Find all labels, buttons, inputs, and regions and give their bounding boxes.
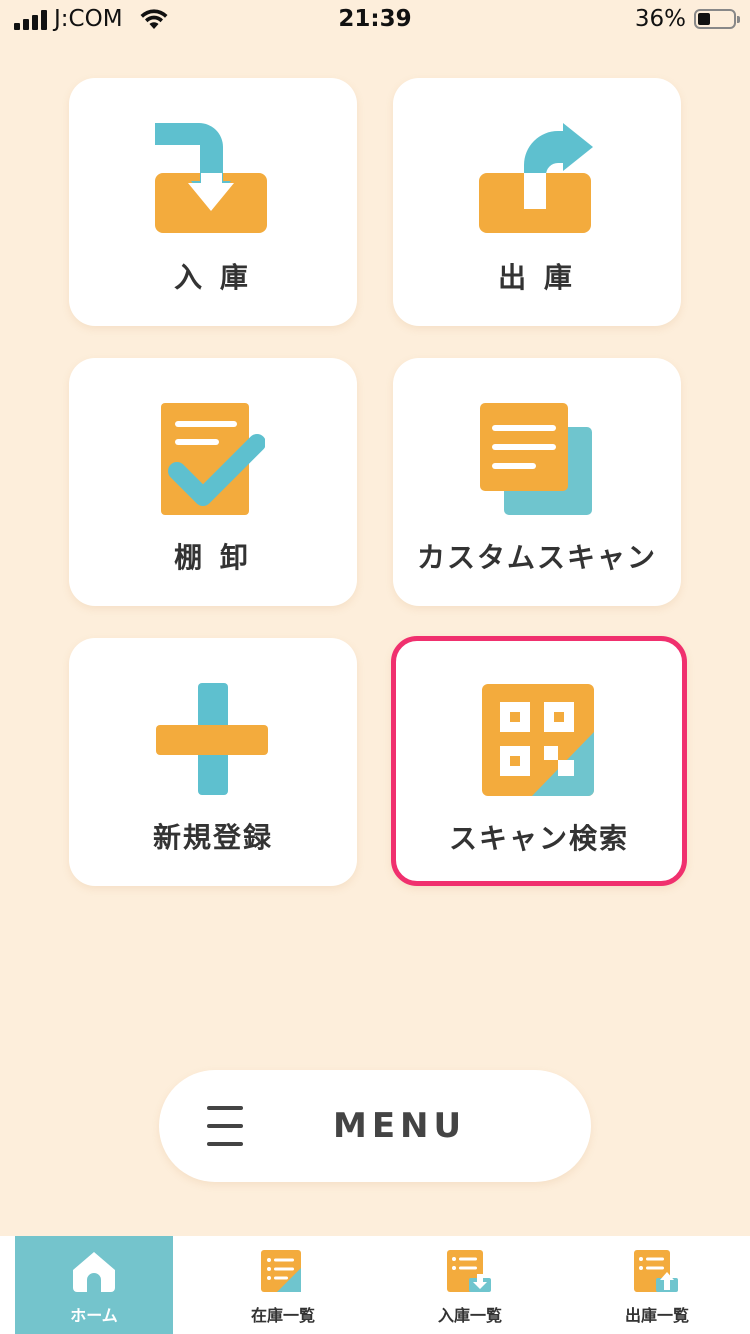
tile-scan-search[interactable]: スキャン検索 [391, 636, 687, 886]
tile-inbound[interactable]: 入 庫 [69, 78, 357, 326]
inventory-check-icon [161, 403, 265, 515]
tile-inventory[interactable]: 棚 卸 [69, 358, 357, 606]
plus-icon [156, 683, 268, 795]
tile-custom-scan[interactable]: カスタムスキャン [393, 358, 681, 606]
inbound-box-icon [155, 123, 267, 233]
tile-new-register[interactable]: 新規登録 [69, 638, 357, 886]
battery-icon [694, 9, 740, 29]
inbound-list-icon [447, 1250, 491, 1292]
tab-label: ホーム [70, 1306, 118, 1325]
qr-code-icon [482, 684, 594, 796]
bottom-tab-bar: ホーム 在庫一覧 入庫一覧 出庫一覧 [0, 1236, 750, 1334]
home-icon [73, 1252, 115, 1292]
tile-label: 棚 卸 [174, 541, 252, 574]
documents-stack-icon [480, 403, 592, 515]
battery-percent: 36% [634, 6, 686, 32]
tab-outbound-list[interactable]: 出庫一覧 [578, 1236, 736, 1334]
tab-label: 在庫一覧 [250, 1306, 315, 1325]
outbound-box-icon [479, 123, 593, 233]
tile-label: カスタムスキャン [416, 541, 657, 574]
stock-list-icon [261, 1250, 301, 1292]
menu-button[interactable]: MENU [159, 1070, 591, 1182]
tile-label: 入 庫 [174, 261, 252, 294]
tile-outbound[interactable]: 出 庫 [393, 78, 681, 326]
tile-label: 新規登録 [152, 821, 273, 854]
tab-stock-list[interactable]: 在庫一覧 [204, 1236, 362, 1334]
tile-label: スキャン検索 [448, 822, 629, 855]
tab-inbound-list[interactable]: 入庫一覧 [391, 1236, 549, 1334]
tab-home[interactable]: ホーム [15, 1236, 173, 1334]
tab-label: 入庫一覧 [437, 1306, 502, 1325]
hamburger-icon [207, 1106, 243, 1146]
menu-label: MENU [333, 1106, 467, 1146]
tab-label: 出庫一覧 [624, 1306, 689, 1325]
tile-label: 出 庫 [498, 261, 576, 294]
outbound-list-icon [634, 1250, 678, 1292]
status-bar: J:COM 21:39 36% [0, 0, 750, 40]
